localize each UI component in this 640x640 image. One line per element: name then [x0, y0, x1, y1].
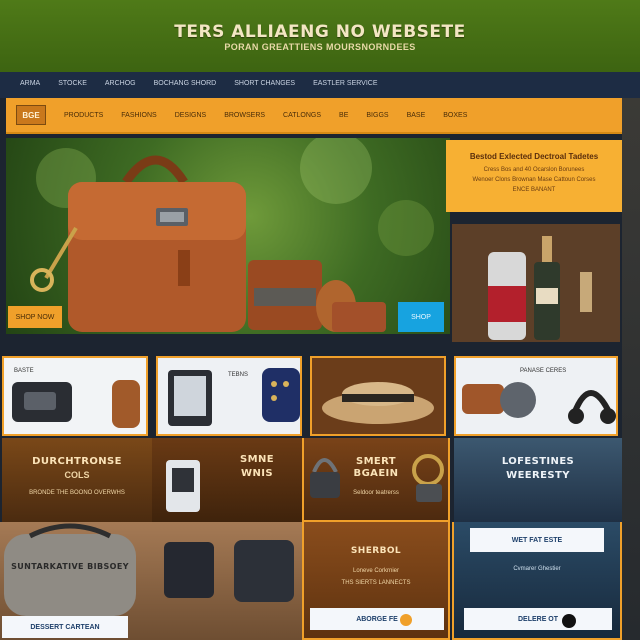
site-subtitle: PORAN GREATTIENS MOURSNORNDEES: [224, 42, 416, 52]
product-card[interactable]: [310, 356, 446, 436]
main-nav-item[interactable]: DESIGNS: [175, 112, 207, 119]
top-nav-item[interactable]: STOCKE: [58, 80, 87, 87]
top-nav-item[interactable]: EASTLER SERVICE: [313, 80, 377, 87]
promo-title: SMNE: [240, 454, 274, 465]
middle-line: Loneve Corkrnier: [352, 568, 400, 574]
bottles-product-image[interactable]: [452, 224, 620, 342]
right-line: Cvmarer Ghestier: [513, 566, 561, 572]
main-nav-item[interactable]: BASE: [407, 112, 426, 119]
promo-tile[interactable]: DURCHTRONSE COLS BRONDE THE BOONO OVERWH…: [2, 438, 152, 522]
middle-button[interactable]: ABORGE FE: [310, 608, 444, 630]
right-box[interactable]: WET FAT ESTE: [470, 528, 604, 552]
product-card[interactable]: TEBNS: [156, 356, 302, 436]
promo-tile[interactable]: SMERT BGAEIN Seldoor teatrerss: [302, 438, 450, 522]
hero-banner[interactable]: SHOP NOW SHOP: [6, 138, 450, 334]
promo-subtitle: COLS: [64, 470, 90, 480]
main-nav-item[interactable]: BE: [339, 112, 348, 119]
top-nav-item[interactable]: BOCHANG SHORD: [154, 80, 217, 87]
card-reader-icon: [166, 460, 200, 512]
promo-line: Seldoor teatrerss: [353, 490, 399, 496]
right-feature[interactable]: WET FAT ESTE Cvmarer Ghestier DELERE OT: [452, 522, 622, 640]
promo-subtitle: WNIS: [241, 468, 273, 479]
promo-line: BRONDE THE BOONO OVERWHS: [29, 490, 125, 496]
promo-tile[interactable]: SMNE WNIS: [152, 438, 302, 522]
site-title: TERS ALLIAENG NO WEBSETE: [174, 22, 466, 42]
middle-feature[interactable]: SHERBOL Loneve Corkrnier THS SIERTS LANN…: [302, 522, 450, 640]
right-button[interactable]: DELERE OT: [464, 608, 612, 630]
main-nav: BGE PRODUCTS FASHIONS DESIGNS BROWSERS C…: [6, 98, 622, 134]
headphones-icon: [462, 382, 616, 424]
device-icon: [168, 368, 300, 426]
main-nav-item[interactable]: PRODUCTS: [64, 112, 103, 119]
product-card[interactable]: PANASE CERES: [454, 356, 618, 436]
middle-line: THS SIERTS LANNECTS: [341, 580, 411, 586]
promo-title: LOFESTINES: [501, 456, 575, 467]
main-nav-item[interactable]: BIGGS: [366, 112, 388, 119]
promo-tile[interactable]: LOFESTINES WEERESTY: [454, 438, 622, 522]
main-nav-item[interactable]: BROWSERS: [224, 112, 265, 119]
info-title: Bestod Exlected Dectroal Tadetes: [469, 152, 599, 161]
middle-title: SHERBOL: [350, 546, 402, 556]
camera-bag-icon: [12, 380, 140, 428]
top-nav: ARMA STOCKE ARCHOG BOCHANG SHORD SHORT C…: [0, 72, 640, 98]
padlock-icon: [310, 454, 444, 502]
hat-icon: [322, 382, 434, 424]
promo-title: DURCHTRONSE: [32, 456, 122, 467]
promo-subtitle: WEERESTY: [506, 470, 570, 481]
site-banner: TERS ALLIAENG NO WEBSETE PORAN GREATTIEN…: [0, 0, 640, 72]
site-logo[interactable]: BGE: [16, 105, 46, 125]
bags-banner: SUNTARKATIVE BIBSOEY: [11, 562, 129, 571]
promo-subtitle: BGAEIN: [353, 468, 399, 479]
info-panel: Bestod Exlected Dectroal Tadetes Cress B…: [446, 140, 622, 212]
main-nav-item[interactable]: BOXES: [443, 112, 467, 119]
bags-button[interactable]: DESSERT CARTEAN: [2, 616, 128, 638]
top-nav-item[interactable]: SHORT CHANGES: [234, 80, 295, 87]
shop-button-blue[interactable]: SHOP: [398, 302, 444, 332]
side-wood-strip: [622, 98, 640, 640]
top-nav-item[interactable]: ARCHOG: [105, 80, 136, 87]
shop-now-button[interactable]: SHOP NOW: [8, 306, 62, 328]
top-nav-item[interactable]: ARMA: [20, 80, 40, 87]
orange-dot-icon: [400, 614, 412, 626]
main-nav-item[interactable]: FASHIONS: [121, 112, 156, 119]
product-card[interactable]: BASTE: [2, 356, 148, 436]
info-line: Wenoer Clons Brownan Mase Cattoun Corses: [472, 177, 596, 183]
promo-title: SMERT: [355, 456, 397, 467]
info-line: Cress Bos and 40 Ocarslon Borunees: [483, 167, 585, 173]
bottles-image: [452, 224, 620, 342]
bags-section[interactable]: SUNTARKATIVE BIBSOEY DESSERT CARTEAN: [0, 522, 302, 640]
info-line: ENCE BANANT: [512, 187, 556, 193]
leather-bag-image: [30, 138, 434, 332]
black-dot-icon: [562, 614, 576, 628]
main-nav-item[interactable]: CATLONGS: [283, 112, 321, 119]
